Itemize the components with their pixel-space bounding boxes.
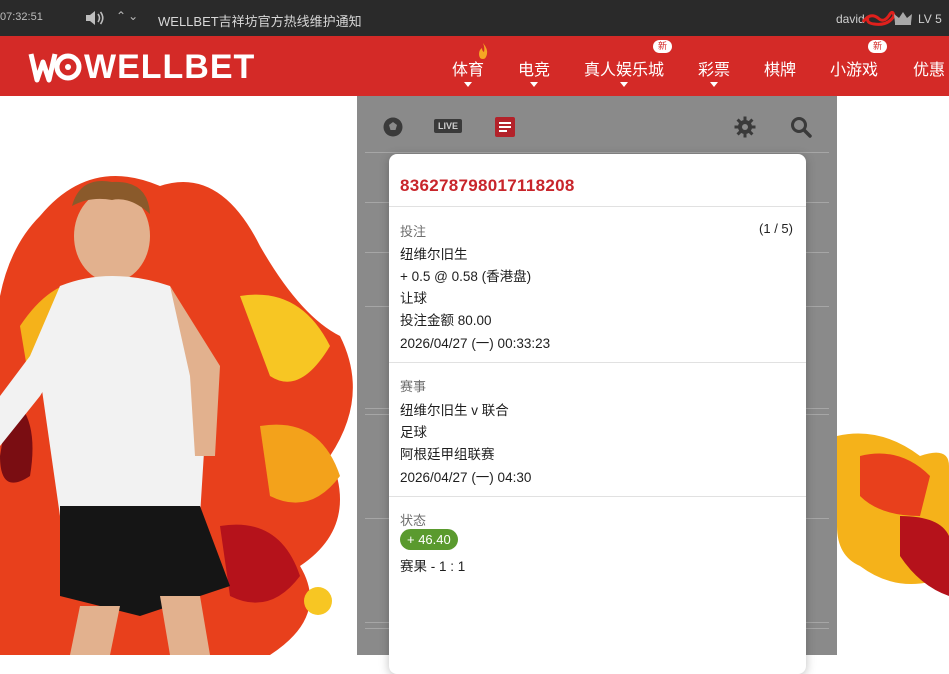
chevron-up-icon[interactable]: ⌃ [116,9,128,23]
crown-icon [894,12,912,25]
nav-sports[interactable]: 体育 [452,56,485,87]
status-section-label: 状态 [400,513,427,528]
announcement-text[interactable]: WELLBET吉祥坊官方热线维护通知 [158,11,362,30]
divider [389,362,806,363]
main-header: WELLBET 体育 电竞 真人娱乐城 新 彩票 棋牌 小游戏 新 优惠 [0,36,949,96]
panel-toolbar: LIVE [357,96,837,152]
nav-chess-cards[interactable]: 棋牌 [764,56,796,80]
new-badge: 新 [653,40,673,53]
nav-mini-games-label: 小游戏 [830,62,879,79]
nav-lottery-label: 彩票 [698,62,731,79]
bet-odds: + 0.5 @ 0.58 (香港盘) [400,269,532,284]
nav-sports-label: 体育 [452,62,485,79]
nav-promotions[interactable]: 优惠 [913,56,945,80]
search-icon[interactable] [790,116,812,138]
bet-section-label: 投注 [400,224,427,239]
win-amount-badge: + 46.40 [400,529,458,550]
brand-name: WELLBET [84,48,256,86]
nav-lottery[interactable]: 彩票 [698,56,731,87]
live-button[interactable]: LIVE [434,119,463,133]
redaction-scribble [861,10,896,26]
bet-detail-modal: 836278798017118208 投注 (1 / 5) 纽维尔旧生 + 0.… [389,154,806,674]
soccer-ball-icon[interactable] [382,116,404,138]
nav-chess-cards-label: 棋牌 [764,62,797,79]
caret-down-icon [530,82,538,87]
bet-count: (1 / 5) [759,221,793,236]
bet-stake: 投注金额 80.00 [400,313,492,328]
panel-divider [365,152,829,153]
event-match: 纽维尔旧生 v 联合 [400,403,509,418]
clock: 07:32:51 [0,11,43,23]
event-kickoff: 2026/04/27 (一) 04:30 [400,470,532,485]
notice-scroll-arrows[interactable]: ⌃⌄ [116,9,140,23]
ticket-id[interactable]: 836278798017118208 [400,176,575,196]
chevron-down-icon[interactable]: ⌄ [128,9,140,23]
bet-selection: 纽维尔旧生 [400,247,468,262]
caret-down-icon [464,82,472,87]
nav-esports-label: 电竞 [518,62,551,79]
new-badge: 新 [868,40,888,53]
vip-level: LV 5 [918,12,942,26]
divider [389,206,806,207]
event-sport: 足球 [400,425,427,440]
gear-icon[interactable] [734,116,756,138]
event-section-label: 赛事 [400,379,427,394]
nav-live-casino[interactable]: 真人娱乐城 [584,56,665,87]
nav-mini-games[interactable]: 小游戏 [830,56,878,80]
caret-down-icon [620,82,628,87]
event-league: 阿根廷甲组联赛 [400,447,495,462]
caret-down-icon [710,82,718,87]
bet-market: 让球 [400,291,427,306]
top-status-bar: 07:32:51 ⌃⌄ WELLBET吉祥坊官方热线维护通知 david LV … [0,0,949,36]
nav-promotions-label: 优惠 [913,62,946,79]
divider [389,496,806,497]
bet-placed-time: 2026/04/27 (一) 00:33:23 [400,336,551,351]
nav-esports[interactable]: 电竞 [518,56,551,87]
bet-slip-icon[interactable] [494,116,516,138]
logo-mark-icon [28,53,82,83]
speaker-icon[interactable] [84,9,106,27]
match-result: 赛果 - 1 : 1 [400,559,466,574]
nav-live-casino-label: 真人娱乐城 [584,62,665,79]
wellbet-logo[interactable]: WELLBET [28,50,255,84]
